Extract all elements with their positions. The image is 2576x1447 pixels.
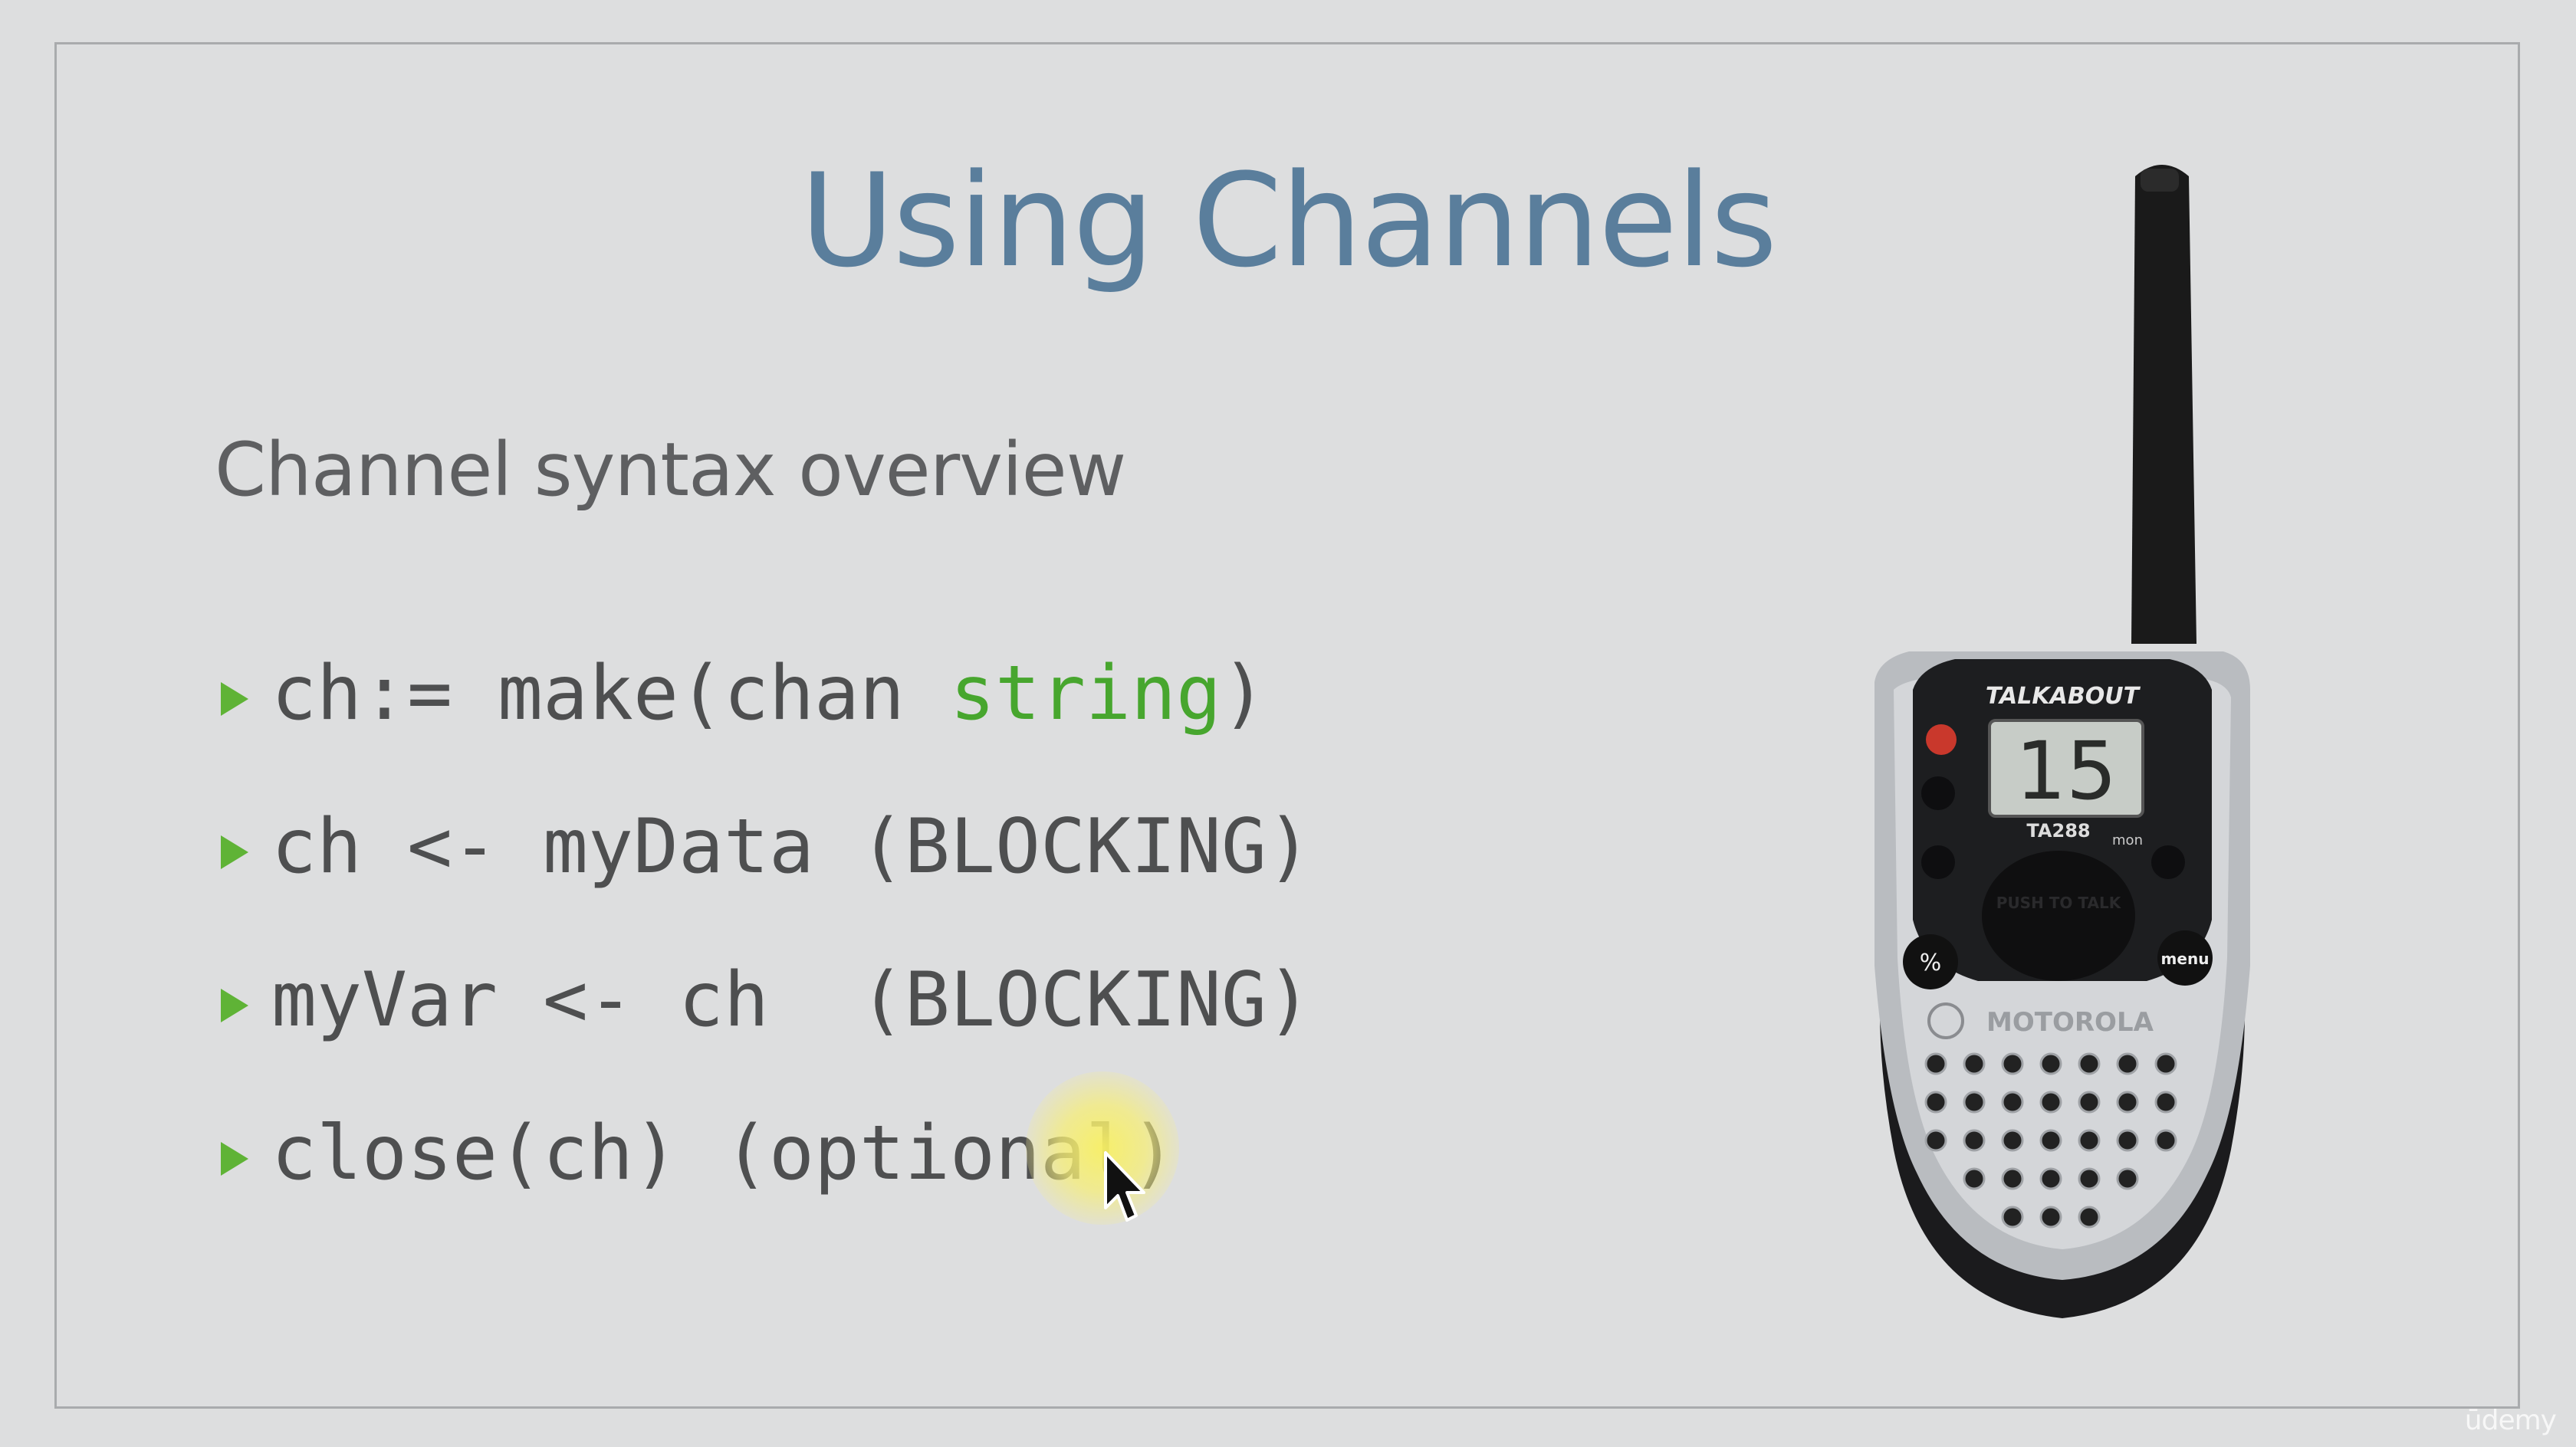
walkie-talkie-image: TALKABOUT 15 TA288 mon PUSH TO TALK % me… — [1875, 165, 2250, 1318]
device-percent-label: % — [1920, 950, 1942, 976]
code-prefix: ch:= make(chan — [271, 650, 951, 737]
bullet-triangle-icon — [221, 989, 248, 1022]
bullet-triangle-icon — [221, 682, 248, 716]
device-display-value: 15 — [2016, 724, 2117, 818]
mouse-pointer-icon — [1104, 1151, 1145, 1222]
device-ptt-label: PUSH TO TALK — [1996, 894, 2122, 912]
udemy-watermark: ūdemy — [2464, 1405, 2557, 1436]
code-suffix: ) — [1221, 650, 1267, 737]
bullet-triangle-icon — [221, 835, 248, 869]
device-model: TA288 — [2026, 820, 2090, 842]
bullet-text: ch <- myData (BLOCKING) — [271, 803, 1313, 891]
device-brand-bottom: MOTOROLA — [1986, 1007, 2154, 1038]
bullet-triangle-icon — [221, 1142, 248, 1176]
device-brand-top: TALKABOUT — [1986, 683, 2141, 710]
device-menu-label: menu — [2161, 950, 2210, 968]
device-mon-label: mon — [2112, 832, 2143, 848]
bullet-text: myVar <- ch (BLOCKING) — [271, 956, 1313, 1044]
bullet-text: ch:= make(chan string) — [271, 644, 1267, 743]
code-keyword: string — [950, 650, 1222, 737]
slide-subtitle: Channel syntax overview — [215, 427, 1126, 513]
